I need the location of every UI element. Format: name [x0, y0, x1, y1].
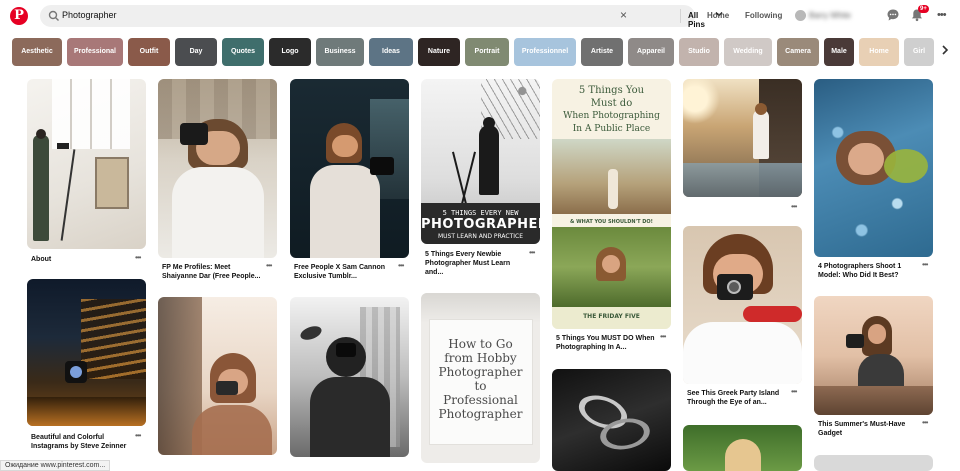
pin-caption[interactable]: See This Greek Party Island Through the … [687, 389, 787, 407]
pin-more-icon[interactable]: ••• [398, 261, 404, 270]
pin-image[interactable] [158, 79, 277, 258]
pin-image[interactable] [290, 79, 409, 258]
chip-quotes[interactable]: Quotes [222, 38, 264, 66]
pin-caption[interactable]: This Summer's Must-Have Gadget [818, 420, 918, 438]
chip-camera[interactable]: Camera [777, 38, 819, 66]
pin-more-icon[interactable]: ••• [660, 332, 666, 341]
pinterest-logo-icon[interactable]: P [10, 7, 28, 25]
pin-image[interactable]: 5 THINGS EVERY NEW PHOTOGRAPHER MUST LEA… [421, 79, 540, 244]
pin-image[interactable] [814, 79, 933, 257]
chip-artiste[interactable]: Artiste [581, 38, 623, 66]
chip-appareil[interactable]: Appareil [628, 38, 674, 66]
pin-more-icon[interactable]: ••• [922, 260, 928, 269]
pin-art-line: PHOTOGRAPHER [421, 217, 540, 232]
more-options-icon[interactable]: ••• [937, 9, 947, 21]
pin-caption[interactable]: 5 Things You MUST DO When Photographing … [556, 334, 656, 352]
pin-caption[interactable]: FP Me Profiles: Meet Shaiyanne Dar (Free… [162, 263, 262, 281]
pin-more-icon[interactable]: ••• [135, 431, 141, 440]
pin-art-line: from Hobby [444, 351, 517, 365]
pin-image[interactable]: How to Go from Hobby Photographer to Pro… [421, 293, 540, 463]
search-bar[interactable]: Photographer × All Pins [40, 5, 723, 29]
top-header: P Photographer × All Pins Home Following… [0, 0, 960, 32]
pin-image[interactable] [27, 79, 146, 249]
pin-art-line: 5 Things You [578, 85, 645, 96]
pin-art-line: Photographer [438, 365, 523, 379]
pin-art-line: 5 THINGS EVERY NEW [442, 209, 519, 217]
pin-caption[interactable]: Free People X Sam Cannon Exclusive Tumbl… [294, 263, 394, 281]
pin-more-icon[interactable]: ••• [922, 418, 928, 427]
pin-art-line: THE FRIDAY FIVE [583, 313, 640, 320]
pin-art-line: When Photographing [563, 111, 660, 121]
pin-image[interactable]: 5 Things You Must do When Photographing … [552, 79, 671, 329]
pin-art-line: In A Public Place [572, 124, 651, 134]
chip-professional[interactable]: Professional [67, 38, 123, 66]
chip-nature[interactable]: Nature [418, 38, 460, 66]
nav-following-link[interactable]: Following [745, 11, 782, 20]
chip-studio[interactable]: Studio [679, 38, 719, 66]
chip-outfit[interactable]: Outfit [128, 38, 170, 66]
pin-image[interactable] [158, 297, 277, 455]
pin-art-line: How to Go [448, 337, 513, 351]
chip-male[interactable]: Male [824, 38, 854, 66]
chip-day[interactable]: Day [175, 38, 217, 66]
chip-girl[interactable]: Girl [904, 38, 934, 66]
chip-logo[interactable]: Logo [269, 38, 311, 66]
pin-image[interactable] [814, 455, 933, 471]
pin-art-line: Professional [443, 393, 518, 407]
chip-professionnel[interactable]: Professionnel [514, 38, 576, 66]
pin-image[interactable] [27, 279, 146, 426]
chip-portrait[interactable]: Portrait [465, 38, 509, 66]
pin-art-line: Photographer [438, 407, 523, 421]
chip-aesthetic[interactable]: Aesthetic [12, 38, 62, 66]
chevron-right-icon[interactable] [940, 44, 950, 59]
pin-more-icon[interactable]: ••• [791, 202, 797, 211]
pin-image[interactable] [552, 369, 671, 471]
clear-search-icon[interactable]: × [620, 8, 627, 22]
pin-more-icon[interactable]: ••• [791, 387, 797, 396]
pin-more-icon[interactable]: ••• [135, 253, 141, 262]
chip-home[interactable]: Home [859, 38, 899, 66]
pin-more-icon[interactable]: ••• [266, 261, 272, 270]
pin-art-line: & WHAT YOU SHOULDN'T DO! [570, 219, 653, 225]
chat-icon[interactable] [886, 8, 900, 22]
search-scope-dropdown[interactable]: All Pins [688, 11, 705, 29]
chip-wedding[interactable]: Wedding [724, 38, 772, 66]
search-input[interactable]: Photographer [62, 10, 117, 20]
pin-caption[interactable]: Beautiful and Colorful Instagrams by Ste… [31, 433, 131, 451]
pin-image[interactable] [683, 425, 802, 471]
guided-search-chips: Aesthetic Professional Outfit Day Quotes Logo… [12, 38, 942, 66]
chip-business[interactable]: Business [316, 38, 364, 66]
pin-image[interactable] [683, 79, 802, 197]
search-divider [680, 9, 681, 23]
pin-image[interactable] [814, 296, 933, 415]
pin-art-line: MUST LEARN AND PRACTICE [437, 233, 524, 240]
notification-badge: 9+ [918, 5, 929, 13]
browser-status-bar: Ожидание www.pinterest.com... [0, 460, 111, 471]
pin-caption[interactable]: 4 Photographers Shoot 1 Model: Who Did I… [818, 262, 918, 280]
pin-caption[interactable]: About [31, 255, 131, 264]
pin-more-icon[interactable]: ••• [529, 248, 535, 257]
pin-image[interactable] [683, 226, 802, 384]
chip-ideas[interactable]: Ideas [369, 38, 413, 66]
search-icon [48, 10, 59, 21]
pin-caption[interactable]: 5 Things Every Newbie Photographer Must … [425, 250, 525, 277]
nav-home-link[interactable]: Home [707, 11, 729, 20]
avatar[interactable] [795, 10, 806, 21]
profile-name[interactable]: Barry White [809, 11, 851, 20]
pin-image[interactable] [290, 297, 409, 457]
pin-art-line: to [474, 379, 487, 393]
pin-art-line: Must do [590, 98, 633, 109]
